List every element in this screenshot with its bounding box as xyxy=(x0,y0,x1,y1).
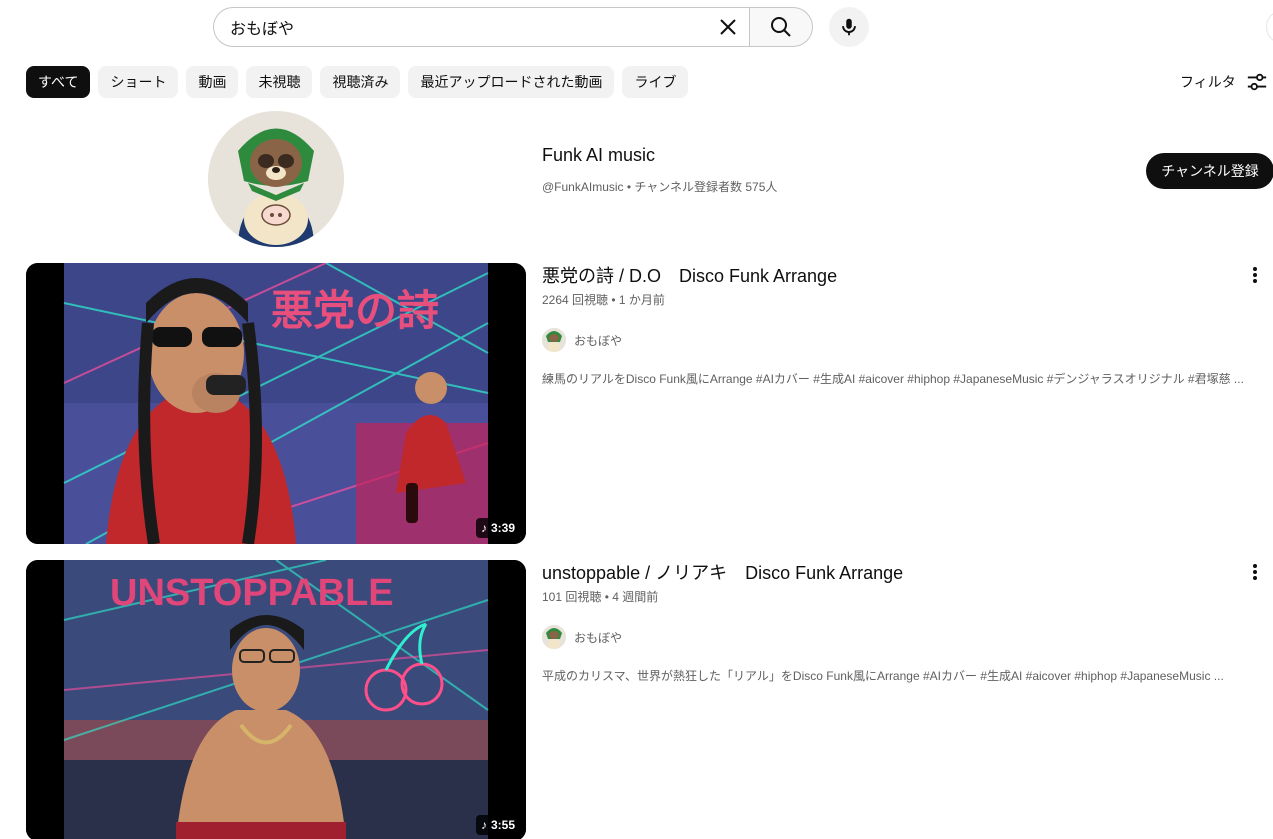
music-note-icon: ♪ xyxy=(480,521,487,535)
raccoon-mascot-image xyxy=(208,111,344,247)
chip-shorts[interactable]: ショート xyxy=(98,66,179,98)
thumbnail-title: 悪党の詩 xyxy=(271,286,440,335)
music-note-icon: ♪ xyxy=(480,818,487,832)
video-thumbnail[interactable]: UNSTOPPABLE ♪ 3:55 xyxy=(26,560,526,839)
video-channel[interactable]: おもぼや xyxy=(542,625,1242,649)
clear-search-button[interactable] xyxy=(708,7,748,47)
filter-button[interactable]: フィルタ xyxy=(1180,70,1268,94)
more-actions-button[interactable] xyxy=(1243,263,1267,287)
video-views-age: 101 回視聴 • 4 週間前 xyxy=(542,590,659,604)
chip-recently-uploaded[interactable]: 最近アップロードされた動画 xyxy=(408,66,615,98)
search-icon xyxy=(771,17,791,37)
video-title[interactable]: 悪党の詩 / D.O Disco Funk Arrange xyxy=(542,263,1242,289)
channel-name[interactable]: Funk AI music xyxy=(542,145,655,166)
account-avatar-button[interactable] xyxy=(1266,10,1273,44)
microphone-icon xyxy=(842,18,856,36)
raccoon-avatar-icon xyxy=(542,625,566,649)
search-input[interactable]: おもぼや xyxy=(213,7,750,47)
chip-live[interactable]: ライブ xyxy=(622,66,689,98)
filter-label: フィルタ xyxy=(1180,74,1236,90)
sliders-icon xyxy=(1247,73,1266,91)
voice-search-button[interactable] xyxy=(829,7,869,47)
chip-all[interactable]: すべて xyxy=(26,66,91,98)
close-icon xyxy=(720,19,736,35)
video-description: 練馬のリアルをDisco Funk風にArrange #AIカバー #生成AI … xyxy=(542,372,1244,386)
more-vert-icon xyxy=(1253,564,1257,580)
channel-avatar[interactable] xyxy=(208,111,344,247)
subscribe-button[interactable]: チャンネル登録 xyxy=(1146,153,1273,189)
duration-text: 3:55 xyxy=(490,818,515,832)
thumbnail-title: UNSTOPPABLE xyxy=(110,572,394,614)
video-views-age: 2264 回視聴 • 1 か月前 xyxy=(542,293,665,307)
search-query[interactable]: おもぼや xyxy=(230,15,708,39)
channel-name-small[interactable]: おもぼや xyxy=(574,332,622,349)
chip-unwatched[interactable]: 未視聴 xyxy=(246,66,313,98)
video-description: 平成のカリスマ、世界が熱狂した「リアル」をDisco Funk風にArrange… xyxy=(542,669,1224,683)
search-button[interactable] xyxy=(749,7,813,47)
chip-watched[interactable]: 視聴済み xyxy=(320,66,401,98)
video-thumbnail[interactable]: 悪党の詩 ♪ 3:39 xyxy=(26,263,526,544)
video-result: UNSTOPPABLE ♪ 3:55 unstoppable / ノリアキ Di… xyxy=(26,560,1273,839)
more-vert-icon xyxy=(1253,267,1257,283)
video-channel[interactable]: おもぼや xyxy=(542,328,1242,352)
channel-handle-subscribers: @FunkAImusic • チャンネル登録者数 575人 xyxy=(542,180,778,194)
channel-avatar-small[interactable] xyxy=(542,328,566,352)
channel-name-small[interactable]: おもぼや xyxy=(574,629,622,646)
filter-chips-bar: すべて ショート 動画 未視聴 視聴済み 最近アップロードされた動画 ライブ xyxy=(26,66,689,98)
channel-avatar-small[interactable] xyxy=(542,625,566,649)
duration-badge: ♪ 3:39 xyxy=(475,518,520,538)
video-title[interactable]: unstoppable / ノリアキ Disco Funk Arrange xyxy=(542,560,1242,586)
duration-badge: ♪ 3:55 xyxy=(475,815,520,835)
duration-text: 3:39 xyxy=(490,521,515,535)
video-result: 悪党の詩 ♪ 3:39 悪党の詩 / D.O Disco Funk Arrang… xyxy=(26,263,1273,544)
raccoon-avatar-icon xyxy=(542,328,566,352)
chip-videos[interactable]: 動画 xyxy=(186,66,239,98)
more-actions-button[interactable] xyxy=(1243,560,1267,584)
